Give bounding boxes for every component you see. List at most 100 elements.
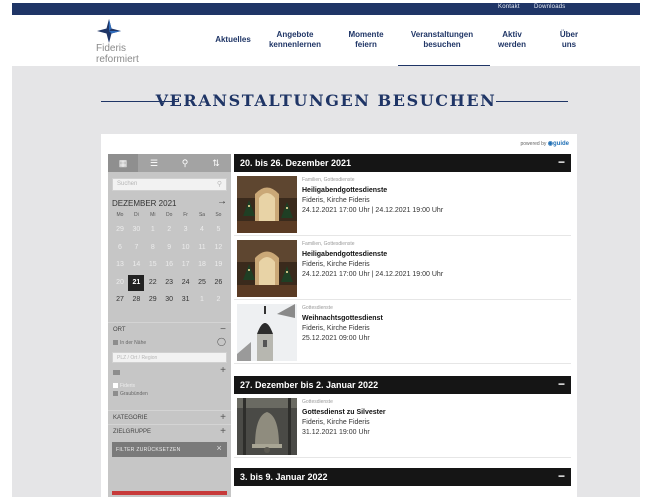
calendar-day[interactable]: 15 [145, 257, 161, 273]
calendar-day[interactable]: 28 [128, 292, 144, 308]
add-icon[interactable]: + [220, 365, 226, 376]
filter-kategorie[interactable]: KATEGORIE + [108, 410, 231, 424]
calendar-day[interactable]: 21 [128, 274, 145, 291]
calendar-day[interactable]: 29 [112, 222, 128, 238]
nav-aktiv[interactable]: Aktiv werden [492, 30, 532, 50]
calendar-day[interactable]: 7 [128, 240, 144, 256]
page-title-wrap: VERANSTALTUNGEN BESUCHEN [12, 90, 640, 114]
nav-label: Aktuelles [215, 35, 251, 44]
grid-icon[interactable]: ▦ [108, 154, 138, 172]
nav-aktuelles[interactable]: Aktuelles [208, 35, 258, 45]
next-month-icon[interactable]: → [217, 196, 227, 207]
calendar-day[interactable]: 11 [194, 240, 210, 256]
calendar-day[interactable]: 6 [112, 240, 128, 256]
nav-label: werden [497, 40, 526, 49]
calendar-day[interactable]: 26 [210, 275, 226, 291]
week-label: 3. bis 9. Januar 2022 [240, 472, 328, 482]
collapse-icon[interactable]: − [558, 468, 565, 485]
calendar-day[interactable]: 2 [210, 292, 226, 308]
radius-row[interactable] [113, 370, 122, 376]
nearby-checkbox[interactable]: In der Nähe [113, 340, 146, 346]
nav-ueber[interactable]: Über uns [552, 30, 586, 50]
week-header[interactable]: 3. bis 9. Januar 2022 − [234, 468, 571, 486]
collapse-icon[interactable]: − [558, 376, 565, 393]
sort-icon[interactable]: ⇅ [201, 154, 231, 172]
locate-icon[interactable]: ◯ [217, 337, 226, 346]
nav-label: kennenlernen [268, 40, 321, 49]
calendar-day[interactable]: 9 [161, 240, 177, 256]
calendar-day[interactable]: 20 [112, 275, 128, 291]
cross-logo-icon[interactable] [96, 18, 122, 44]
calendar-day[interactable]: 12 [210, 240, 226, 256]
nav-label: Veranstaltungen [410, 30, 474, 39]
calendar-day[interactable]: 10 [178, 240, 194, 256]
weekday-label: Sa [198, 212, 206, 218]
map-pin-icon[interactable]: ⚲ [170, 154, 200, 172]
calendar-day[interactable]: 25 [194, 275, 210, 291]
calendar-day[interactable]: 1 [194, 292, 210, 308]
calendar-day[interactable]: 24 [178, 275, 194, 291]
event-title[interactable]: Heiligabendgottesdienste [302, 251, 387, 258]
search-input[interactable]: Suchen ⚲ [112, 178, 227, 191]
calendar-day[interactable]: 4 [194, 222, 210, 238]
week-header[interactable]: 20. bis 26. Dezember 2021 − [234, 154, 571, 172]
calendar-day[interactable]: 14 [128, 257, 144, 273]
expand-icon[interactable]: + [220, 425, 226, 439]
reset-filter-button[interactable]: FILTER ZURÜCKSETZEN × [112, 442, 227, 457]
collapse-icon[interactable]: − [220, 323, 226, 337]
search-placeholder: Suchen [117, 181, 138, 187]
checkbox-icon[interactable] [113, 340, 118, 345]
calendar-day[interactable]: 13 [112, 257, 128, 273]
week-header[interactable]: 27. Dezember bis 2. Januar 2022 − [234, 376, 571, 394]
event-item[interactable]: Familien, Gottesdienste Heiligabendgotte… [234, 237, 571, 300]
calendar-day[interactable]: 8 [145, 240, 161, 256]
powered-by[interactable]: powered by ◉guide [521, 140, 570, 147]
logo-line-1: Fideris [96, 43, 127, 54]
event-item[interactable]: Gottesdienste Gottesdienst zu Silvester … [234, 395, 571, 458]
event-title[interactable]: Heiligabendgottesdienste [302, 187, 387, 194]
calendar-day[interactable]: 18 [194, 257, 210, 273]
event-title[interactable]: Weihnachtsgottesdienst [302, 315, 383, 322]
radius-checkbox-icon[interactable] [113, 370, 120, 375]
filter-zielgruppe[interactable]: ZIELGRUPPE + [108, 424, 231, 438]
plz-placeholder: PLZ / Ort / Region [117, 355, 158, 361]
calendar-day[interactable]: 31 [178, 292, 194, 308]
calendar-day[interactable]: 16 [161, 257, 177, 273]
event-item[interactable]: Familien, Gottesdienste Heiligabendgotte… [234, 173, 571, 236]
contact-link[interactable]: Kontakt [498, 4, 520, 10]
calendar-day[interactable]: 1 [145, 222, 161, 238]
event-title[interactable]: Gottesdienst zu Silvester [302, 409, 386, 416]
checkbox-icon[interactable] [113, 383, 118, 388]
calendar-day[interactable]: 30 [161, 292, 177, 308]
week-label: 20. bis 26. Dezember 2021 [240, 158, 352, 168]
nav-momente[interactable]: Momente feiern [338, 30, 394, 50]
events-widget: powered by ◉guide ▦ ☰ ⚲ ⇅ Suchen ⚲ DEZEM… [101, 134, 577, 497]
search-icon[interactable]: ⚲ [217, 180, 222, 188]
calendar-day[interactable]: 22 [145, 275, 161, 291]
downloads-link[interactable]: Downloads [534, 4, 565, 10]
checkbox-icon[interactable] [113, 391, 118, 396]
plz-input[interactable]: PLZ / Ort / Region [112, 352, 227, 363]
event-item[interactable]: Gottesdienste Weihnachtsgottesdienst Fid… [234, 301, 571, 364]
filter-ort[interactable]: ORT − [108, 322, 231, 336]
calendar-day[interactable]: 5 [210, 222, 226, 238]
logo-text[interactable]: Fideris reformiert [96, 43, 139, 65]
calendar-day[interactable]: 19 [210, 257, 226, 273]
nav-angebote[interactable]: Angebote kennenlernen [260, 30, 330, 50]
calendar-day[interactable]: 23 [161, 275, 177, 291]
calendar-day[interactable]: 3 [178, 222, 194, 238]
nav-veranstaltungen[interactable]: Veranstaltungen besuchen [398, 30, 486, 50]
zielgruppe-label: ZIELGRUPPE [113, 429, 152, 435]
calendar-day[interactable]: 29 [145, 292, 161, 308]
expand-icon[interactable]: + [220, 411, 226, 425]
region-fideris-label: Fideris [120, 383, 136, 389]
region-graubuenden[interactable]: Graubünden [113, 391, 148, 397]
calendar-day[interactable]: 27 [112, 292, 128, 308]
region-fideris[interactable]: Fideris [113, 383, 135, 389]
collapse-icon[interactable]: − [558, 154, 565, 171]
calendar-day[interactable]: 30 [128, 222, 144, 238]
list-icon[interactable]: ☰ [139, 154, 169, 172]
calendar-day[interactable]: 17 [178, 257, 194, 273]
close-icon[interactable]: × [216, 443, 222, 453]
calendar-day[interactable]: 2 [161, 222, 177, 238]
